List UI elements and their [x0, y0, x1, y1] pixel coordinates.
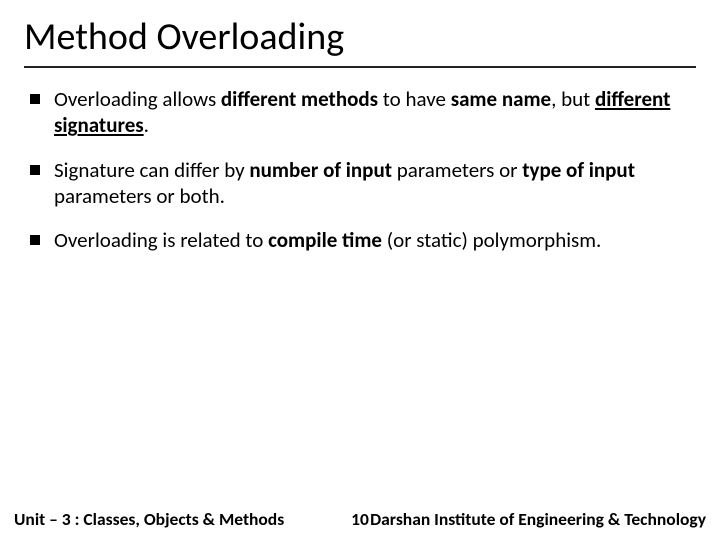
- text-run: Overloading is related to: [54, 227, 268, 253]
- text-run: Signature can differ by: [54, 157, 249, 183]
- text-run: Overloading allows: [54, 86, 221, 112]
- text-run: parameters or both.: [54, 183, 225, 209]
- bullet-text: Overloading allows different methods to …: [54, 86, 696, 139]
- slide: Method Overloading Overloading allows di…: [0, 0, 720, 540]
- slide-footer: Unit – 3 : Classes, Objects & Methods 10…: [0, 508, 720, 530]
- text-run: .: [144, 112, 149, 138]
- list-item: Overloading allows different methods to …: [30, 86, 696, 139]
- title-underline: [24, 66, 696, 68]
- text-run: to have: [378, 86, 451, 112]
- footer-institute: Darshan Institute of Engineering & Techn…: [370, 508, 706, 530]
- text-run: (or static) polymorphism.: [382, 227, 601, 253]
- list-item: Overloading is related to compile time (…: [30, 227, 696, 253]
- text-bold: same name: [451, 86, 551, 112]
- text-run: parameters or: [392, 157, 522, 183]
- text-bold: type of input: [522, 157, 635, 183]
- slide-title: Method Overloading: [24, 14, 696, 60]
- bullet-text: Overloading is related to compile time (…: [54, 227, 696, 253]
- list-item: Signature can differ by number of input …: [30, 157, 696, 210]
- footer-unit: Unit – 3 : Classes, Objects & Methods: [14, 508, 284, 530]
- square-bullet-icon: [30, 235, 40, 245]
- text-bold: compile time: [268, 227, 382, 253]
- text-run: , but: [551, 86, 595, 112]
- bullet-list: Overloading allows different methods to …: [24, 86, 696, 253]
- text-bold: number of input: [249, 157, 392, 183]
- text-bold: different methods: [221, 86, 378, 112]
- square-bullet-icon: [30, 165, 40, 175]
- square-bullet-icon: [30, 94, 40, 104]
- bullet-text: Signature can differ by number of input …: [54, 157, 696, 210]
- footer-page-number: 10: [351, 508, 369, 530]
